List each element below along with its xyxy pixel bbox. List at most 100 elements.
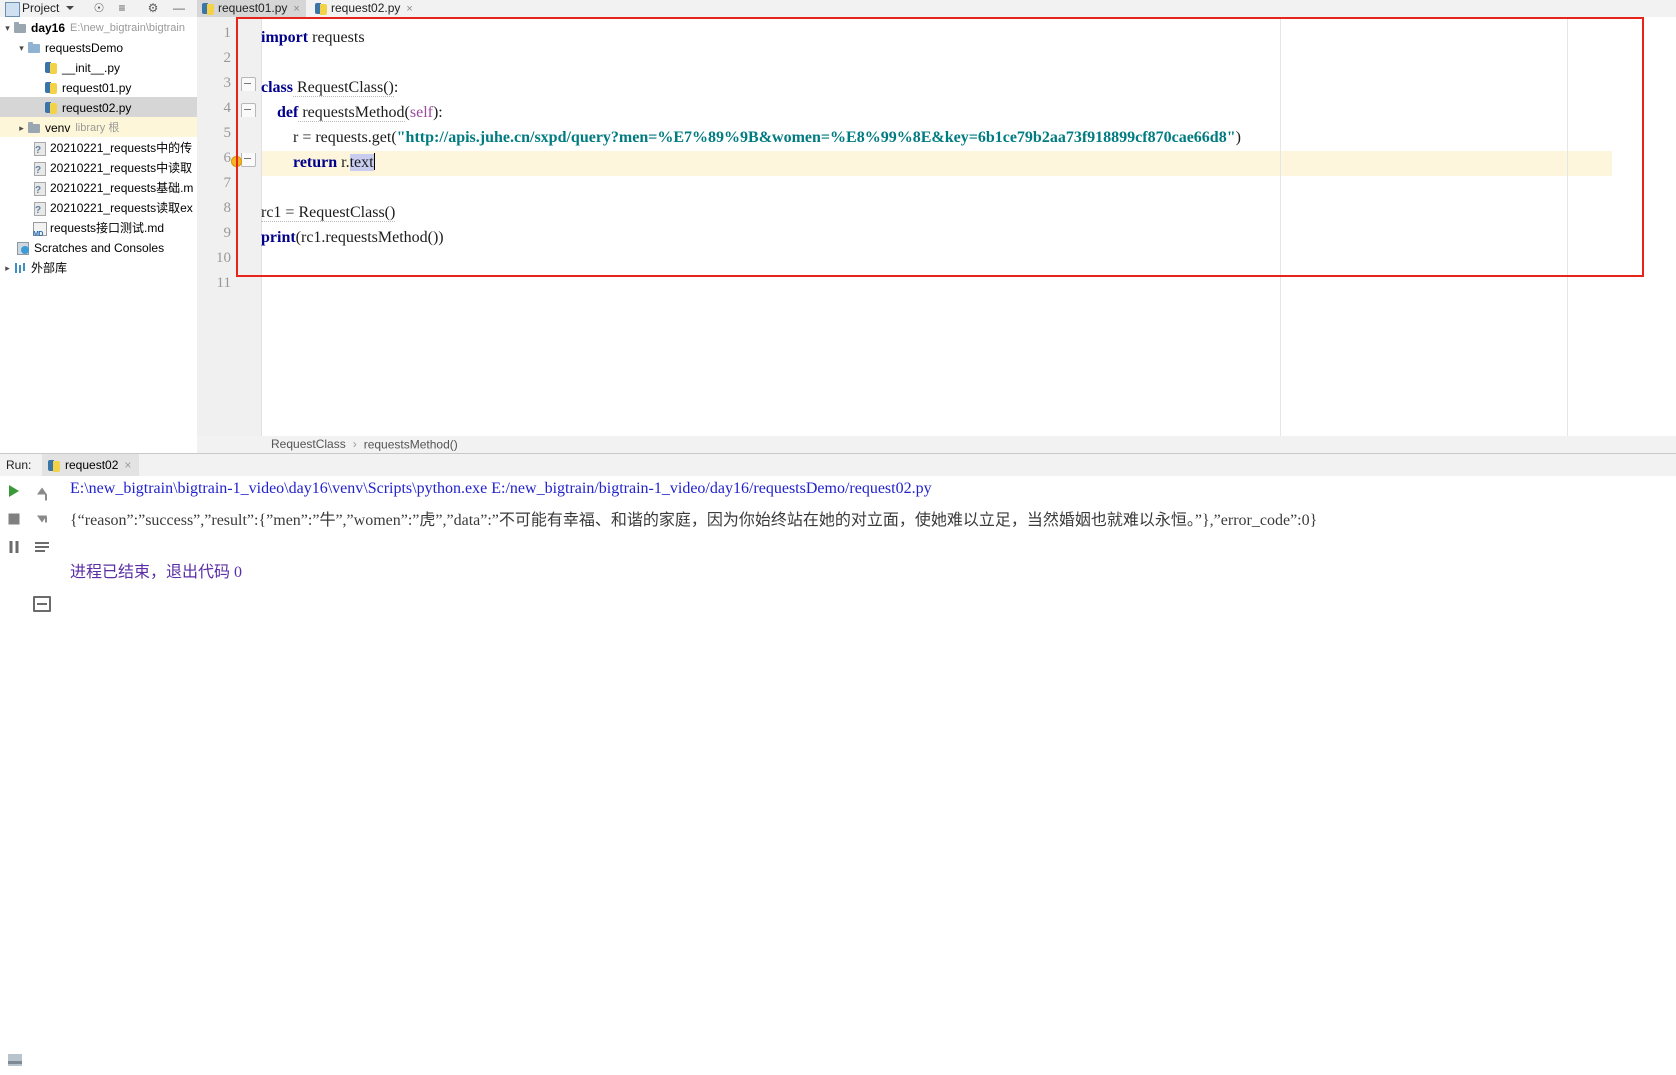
pause-button[interactable]	[1, 534, 27, 560]
right-margin-guide	[1280, 17, 1281, 438]
chevron-down-icon[interactable]	[2, 18, 13, 37]
breadcrumb-class[interactable]: RequestClass	[271, 437, 346, 451]
tree-item-md-file[interactable]: requests接口测试.md	[0, 217, 197, 237]
play-icon	[9, 485, 19, 497]
tree-item-external-libraries[interactable]: 外部库	[0, 257, 197, 277]
code-text: r = requests.get(	[261, 129, 397, 146]
console-line-command: E:\new_bigtrain\bigtrain-1_video\day16\v…	[70, 480, 932, 497]
tree-item-label: 20210221_requests基础.m	[50, 180, 194, 195]
tree-item-path: E:\new_bigtrain\bigtrain	[70, 22, 185, 34]
run-tab-label: request02	[65, 458, 119, 472]
fold-marker-class[interactable]	[241, 77, 256, 91]
run-toolbar[interactable]	[0, 476, 59, 622]
minimize-icon[interactable]: —	[172, 2, 186, 15]
breadcrumb-method[interactable]: requestsMethod()	[364, 437, 458, 451]
rerun-button[interactable]	[1, 478, 27, 504]
tree-item-label: requests接口测试.md	[50, 220, 165, 235]
line-number: 11	[216, 275, 231, 291]
code-text-area[interactable]: import requests class RequestClass(): de…	[261, 17, 1676, 438]
code-editor[interactable]: 1 2 3 4 5 6 7 8 9 10 11 import requests …	[197, 17, 1676, 438]
soft-wrap-button[interactable]	[29, 534, 55, 560]
line-number: 8	[223, 200, 232, 216]
tree-item-file-4[interactable]: 20210221_requests读取ex	[0, 197, 197, 217]
tree-item-file-1[interactable]: 20210221_requests中的传	[0, 137, 197, 157]
locate-icon[interactable]: ☉	[92, 2, 106, 15]
tree-item-request01-py[interactable]: request01.py	[0, 77, 197, 97]
python-file-icon	[202, 2, 215, 15]
code-text: requests	[308, 29, 365, 46]
console-output[interactable]: E:\new_bigtrain\bigtrain-1_video\day16\v…	[58, 476, 1676, 622]
tree-item-label: request02.py	[62, 100, 132, 115]
tree-item-label: 外部库	[31, 260, 68, 275]
fold-marker-method[interactable]	[241, 103, 256, 117]
line-number: 7	[223, 175, 232, 191]
code-text: requestsMethod	[298, 104, 405, 122]
arrow-down-icon	[37, 515, 47, 523]
editor-tab-bar: request01.py × request02.py ×	[197, 0, 1676, 17]
pause-icon	[9, 541, 19, 553]
settings-icon[interactable]: ⚙	[146, 2, 160, 15]
chevron-right-icon[interactable]	[2, 258, 13, 277]
run-tab-request02[interactable]: request02 ×	[42, 454, 140, 476]
project-panel-title: Project	[22, 1, 60, 15]
top-area: Project ☉ ≡ ⚙ — day16 E:\new_bigtrain\big…	[0, 0, 1676, 453]
fold-marker-end[interactable]	[241, 153, 256, 167]
unknown-file-icon	[32, 201, 47, 217]
editor-gutter[interactable]: 1 2 3 4 5 6 7 8 9 10 11	[197, 17, 262, 438]
tab-request01-py[interactable]: request01.py ×	[197, 0, 306, 17]
tree-item-file-3[interactable]: 20210221_requests基础.m	[0, 177, 197, 197]
code-text: (rc1.requestsMethod())	[295, 229, 444, 246]
code-keyword: class	[261, 79, 293, 96]
close-icon[interactable]: ×	[124, 458, 131, 472]
line-number: 9	[223, 225, 232, 241]
lightbulb-icon[interactable]	[231, 156, 242, 167]
tab-label: request02.py	[331, 1, 401, 15]
code-text: rc1 = RequestClass()	[261, 204, 396, 222]
scroll-up-button[interactable]	[29, 478, 55, 504]
print-button[interactable]	[29, 591, 55, 617]
status-bar	[0, 1049, 1676, 1075]
tree-item-path: library 根	[75, 122, 120, 134]
project-tree[interactable]: day16 E:\new_bigtrain\bigtrain requestsDe…	[0, 17, 198, 438]
tree-item-venv[interactable]: venv library 根	[0, 117, 197, 137]
run-panel: Run: request02 × E:\new_bigtrain\bigtrain…	[0, 453, 1676, 1075]
tree-item-label: request01.py	[62, 80, 132, 95]
pycharm-window: Project ☉ ≡ ⚙ — day16 E:\new_bigtrain\big…	[0, 0, 1676, 1075]
markdown-file-icon	[32, 221, 47, 237]
chevron-down-icon[interactable]	[66, 6, 74, 10]
code-keyword: print	[261, 229, 296, 246]
code-keyword: import	[261, 29, 309, 46]
collapse-all-icon[interactable]: ≡	[115, 2, 129, 15]
code-selection: text	[349, 154, 374, 171]
tree-item-request02-py[interactable]: request02.py	[0, 97, 197, 117]
breadcrumb[interactable]: RequestClass › requestsMethod()	[197, 436, 1676, 453]
code-text: )	[1235, 129, 1241, 146]
stop-icon	[8, 513, 20, 525]
tree-item-day16[interactable]: day16 E:\new_bigtrain\bigtrain	[0, 17, 197, 37]
folder-icon	[13, 21, 28, 35]
chevron-right-icon[interactable]	[16, 118, 27, 137]
close-icon[interactable]: ×	[293, 3, 299, 15]
tree-item-label: Scratches and Consoles	[34, 240, 165, 255]
code-text: :	[393, 79, 399, 96]
tab-request02-py[interactable]: request02.py ×	[310, 0, 419, 17]
tree-item-scratches[interactable]: Scratches and Consoles	[0, 237, 197, 257]
chevron-down-icon[interactable]	[16, 38, 27, 57]
line-number: 5	[223, 125, 232, 141]
tree-item-requestsdemo[interactable]: requestsDemo	[0, 37, 197, 57]
tree-item-file-2[interactable]: 20210221_requests中读取	[0, 157, 197, 177]
stop-button[interactable]	[1, 506, 27, 532]
arrow-up-icon	[37, 487, 47, 501]
code-text: RequestClass()	[293, 79, 394, 97]
terminal-icon[interactable]	[8, 1054, 22, 1066]
python-file-icon	[48, 459, 61, 472]
tree-item-init-py[interactable]: __init__.py	[0, 57, 197, 77]
project-panel-header: Project ☉ ≡ ⚙ —	[0, 0, 197, 18]
right-margin-guide-2	[1567, 17, 1568, 438]
scroll-down-button[interactable]	[29, 506, 55, 532]
python-file-icon	[44, 61, 59, 75]
line-number: 10	[216, 250, 231, 266]
line-number: 2	[223, 50, 232, 66]
close-icon[interactable]: ×	[406, 3, 412, 15]
